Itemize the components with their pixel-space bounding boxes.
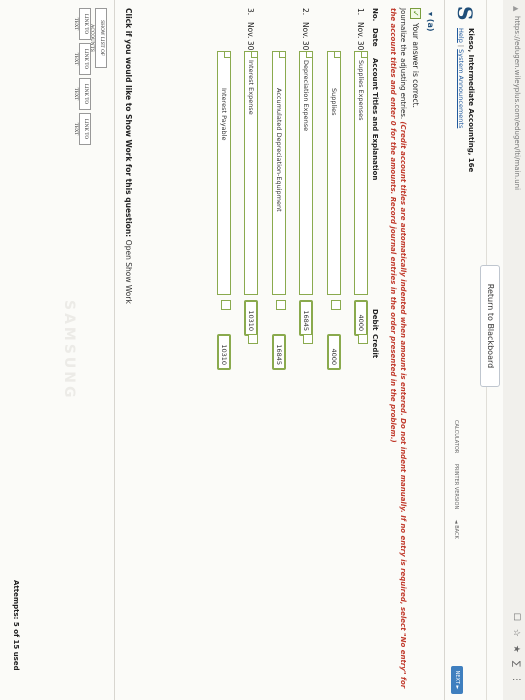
account-title-text: Supplies [330,88,338,116]
account-title-text: Interest Payable [220,88,228,141]
entry-date: Nov. 30 [301,22,310,51]
entry-number: 2. [301,8,310,16]
debit-input[interactable]: 10310 [244,300,258,336]
account-title-input[interactable]: Depreciation Expense [299,51,313,295]
debit-input[interactable]: 16845 [299,300,313,336]
link-to-text-button[interactable]: LINK TO TEXT [73,113,91,145]
show-list-of-accounts-button[interactable]: SHOW LIST OF ACCOUNTS [89,8,107,68]
correct-text: Your answer is correct. [411,23,420,108]
account-title-input[interactable]: Supplies Expenses [354,51,368,295]
link-to-text-button[interactable]: LINK TO TEXT [73,8,91,40]
address-bar[interactable]: ▲ https://edugen.wileyplus.com/edugen/lt… [502,0,525,700]
divider [114,0,115,700]
col-header-debit: Debit [371,309,379,331]
system-announcements-link[interactable]: System Announcements [457,49,465,128]
account-title-input[interactable]: Interest Payable [217,51,231,295]
next-button[interactable]: NEXT ► [451,666,463,694]
help-link[interactable]: Help [457,28,465,43]
tool-links: CALCULATOR PRINTER VERSION ◄ BACK [453,420,459,548]
instructions: Journalize the adjusting entries. (Credi… [388,8,408,693]
page: ▲ https://edugen.wileyplus.com/edugen/lt… [0,0,525,700]
col-header-date: Date [371,28,379,47]
debit-input[interactable] [221,300,231,310]
account-title-text: Interest Expense [247,60,255,115]
col-header-account: Account Titles and Explanation [371,58,379,181]
credit-input[interactable]: 4000 [327,334,341,370]
browser-toolbar-icons[interactable]: ☐☆★∑⋮ [511,613,521,692]
entry-date: Nov. 30 [356,22,365,51]
header-links: Help | System Announcements [457,28,465,129]
account-title-input[interactable]: Interest Expense [244,51,258,295]
show-work-question: Click if you would like to Show Work for… [124,8,133,238]
entry-date: Nov. 30 [246,22,255,51]
col-header-credit: Credit [371,334,379,359]
link-to-text-button[interactable]: LINK TO TEXT [73,78,91,110]
back-link[interactable]: ◄ BACK [453,520,459,539]
credit-input[interactable]: 16845 [272,334,286,370]
account-title-input[interactable]: Accumulated Depreciation-Equipment [272,51,286,295]
printer-version-link[interactable]: PRINTER VERSION [453,464,459,509]
checkmark-icon: ✓ [410,8,421,19]
debit-input[interactable]: 4000 [354,300,368,336]
col-header-no: No. [371,8,379,22]
attempts-counter: Attempts: 5 of 15 used [12,580,20,671]
entry-number: 1. [356,8,365,16]
course-title: Kieso, Intermediate Accounting, 16e [467,28,475,173]
divider [444,0,445,700]
entry-number: 3. [246,8,255,16]
account-title-input[interactable]: Supplies [327,51,341,295]
link-to-text-button[interactable]: LINK TO TEXT [73,43,91,75]
debit-input[interactable] [331,300,341,310]
open-show-work-link[interactable]: Open Show Work [124,240,133,304]
account-title-text: Accumulated Depreciation-Equipment [275,88,283,212]
url-text[interactable]: https://edugen.wileyplus.com/edugen/lti/… [513,16,521,190]
wileyplus-logo: S [453,6,477,21]
account-title-text: Depreciation Expense [302,60,310,132]
instructions-plain: Journalize the adjusting entries. [399,8,407,120]
debit-input[interactable] [276,300,286,310]
lock-icon: ▲ [512,6,520,12]
part-a-heading[interactable]: ▾ (a) [426,12,435,32]
credit-input[interactable] [303,334,313,344]
account-title-text: Supplies Expenses [357,60,365,121]
credit-input[interactable] [248,334,258,344]
calculator-link[interactable]: CALCULATOR [453,420,459,453]
return-to-blackboard-button[interactable]: Return to Blackboard [480,265,500,387]
credit-input[interactable] [358,334,368,344]
show-work-prompt: Click if you would like to Show Work for… [124,8,133,304]
correct-message: ✓ Your answer is correct. [410,8,421,108]
samsung-watermark: SAMSUNG [61,300,77,401]
credit-input[interactable]: 10310 [217,334,231,370]
